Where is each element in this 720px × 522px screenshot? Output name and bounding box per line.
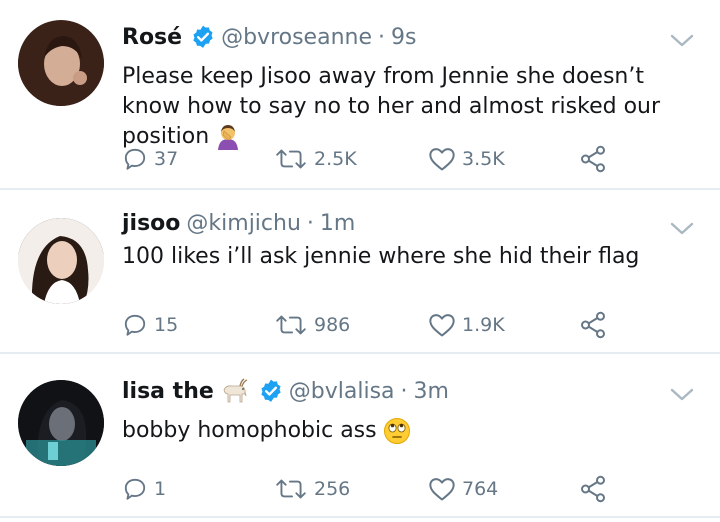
separator-dot: · [377, 24, 385, 50]
retweet-icon [276, 149, 306, 169]
heart-icon [429, 314, 455, 337]
display-name[interactable]: lisa the [122, 379, 214, 404]
chevron-down-icon[interactable] [670, 388, 694, 402]
avatar[interactable] [18, 218, 104, 304]
retweet-count: 256 [314, 478, 351, 500]
timestamp[interactable]: 3m [414, 379, 449, 404]
tweet-feed: Rosé @bvroseanne · 9s Please keep Jisoo … [0, 0, 720, 522]
share-button[interactable] [578, 474, 608, 504]
timestamp[interactable]: 9s [391, 25, 416, 50]
reply-icon [124, 478, 146, 500]
user-handle[interactable]: @bvlalisa [289, 379, 395, 404]
reply-count: 1 [154, 478, 167, 500]
reply-button[interactable]: 1 [122, 474, 166, 504]
display-name[interactable]: jisoo [122, 211, 180, 236]
retweet-icon [276, 479, 306, 499]
reply-count: 15 [154, 314, 179, 336]
like-count: 764 [462, 478, 499, 500]
like-button[interactable]: 764 [428, 474, 498, 504]
retweet-icon [276, 315, 306, 335]
tweet-actions: 15 986 1.9K [122, 310, 612, 340]
avatar[interactable] [18, 380, 104, 466]
chevron-down-icon[interactable] [670, 34, 694, 48]
avatar-photo [18, 218, 104, 304]
heart-icon [429, 478, 455, 501]
tweet-text-content: bobby homophobic ass [122, 418, 377, 443]
retweet-button[interactable]: 2.5K [274, 144, 357, 174]
goat-emoji-icon [220, 378, 248, 404]
like-count: 3.5K [462, 148, 505, 170]
like-button[interactable]: 3.5K [428, 144, 505, 174]
tweet-text: bobby homophobic ass [122, 416, 702, 446]
like-button[interactable]: 1.9K [428, 310, 505, 340]
retweet-button[interactable]: 256 [274, 474, 350, 504]
reply-count: 37 [154, 148, 179, 170]
user-handle[interactable]: @bvroseanne [221, 25, 372, 50]
tweet-text: 100 likes i’ll ask jennie where she hid … [122, 242, 702, 272]
avatar[interactable] [18, 20, 104, 106]
share-icon [581, 311, 605, 339]
tweet-header: jisoo @kimjichu · 1m [122, 206, 355, 240]
like-count: 1.9K [462, 314, 505, 336]
retweet-count: 986 [314, 314, 351, 336]
retweet-count: 2.5K [314, 148, 357, 170]
reply-button[interactable]: 37 [122, 144, 178, 174]
tweet-actions: 1 256 764 [122, 474, 612, 504]
verified-badge-icon [258, 378, 284, 404]
tweet[interactable]: jisoo @kimjichu · 1m 100 likes i’ll ask … [0, 190, 720, 354]
tweet-text-content: 100 likes i’ll ask jennie where she hid … [122, 244, 640, 269]
tweet[interactable]: Rosé @bvroseanne · 9s Please keep Jisoo … [0, 0, 720, 190]
tweet-header: Rosé @bvroseanne · 9s [122, 20, 416, 54]
reply-icon [124, 148, 146, 170]
display-name[interactable]: Rosé [122, 25, 182, 50]
share-icon [581, 145, 605, 173]
share-button[interactable] [578, 310, 608, 340]
share-button[interactable] [578, 144, 608, 174]
verified-badge-icon [190, 24, 216, 50]
chevron-down-icon[interactable] [670, 222, 694, 236]
separator-dot: · [400, 378, 408, 404]
avatar-photo [18, 26, 104, 106]
tweet[interactable]: lisa the @bvlalisa · 3m bobby homophobic… [0, 354, 720, 518]
tweet-actions: 37 2.5K 3.5K [122, 144, 612, 174]
avatar-photo [18, 380, 104, 466]
reply-icon [124, 314, 146, 336]
heart-icon [429, 148, 455, 171]
user-handle[interactable]: @kimjichu [186, 211, 301, 236]
timestamp[interactable]: 1m [320, 211, 355, 236]
tweet-text: Please keep Jisoo away from Jennie she d… [122, 62, 702, 152]
eye-roll-emoji-icon [383, 417, 411, 445]
share-icon [581, 475, 605, 503]
tweet-text-content: Please keep Jisoo away from Jennie she d… [122, 64, 661, 149]
retweet-button[interactable]: 986 [274, 310, 350, 340]
reply-button[interactable]: 15 [122, 310, 178, 340]
separator-dot: · [306, 210, 314, 236]
tweet-header: lisa the @bvlalisa · 3m [122, 374, 449, 408]
